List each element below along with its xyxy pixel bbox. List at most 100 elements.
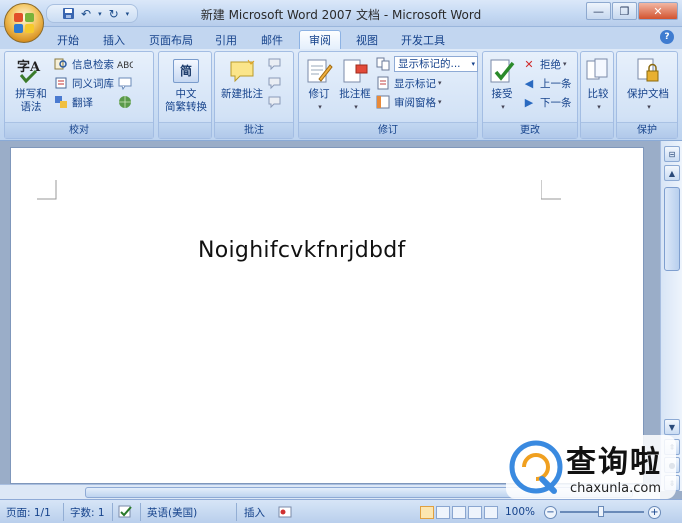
zoom-slider[interactable] <box>560 504 644 520</box>
reviewing-pane-label: 审阅窗格 <box>394 96 436 109</box>
previous-comment-button[interactable] <box>267 74 286 92</box>
view-buttons <box>420 504 498 520</box>
thesaurus-icon <box>53 75 69 91</box>
ruler-toggle-icon[interactable]: ⊟ <box>664 146 680 162</box>
chinese-conversion-group: 简 中文 简繁转换 <box>158 51 212 139</box>
next-comment-icon <box>267 94 283 110</box>
show-markup-button[interactable]: 显示标记 ▾ <box>375 74 442 92</box>
display-for-review-value: 显示标记的... <box>398 58 461 70</box>
word-count[interactable]: 字数: 1 <box>70 504 105 520</box>
compare-label: 比较 <box>587 88 609 100</box>
tab-review[interactable]: 审阅 <box>299 30 341 49</box>
draft-view-icon[interactable] <box>484 505 498 519</box>
previous-change-button[interactable]: ◀ 上一条 <box>521 74 572 92</box>
minimize-button[interactable]: — <box>586 2 611 20</box>
compare-button[interactable]: 比较 ▾ <box>582 56 614 114</box>
delete-comment-button[interactable] <box>267 55 286 73</box>
new-comment-button[interactable]: 新建批注 <box>217 56 267 101</box>
office-button[interactable] <box>4 3 44 43</box>
outline-view-icon[interactable] <box>468 505 482 519</box>
globe-icon <box>117 94 133 110</box>
translation-tip-icon <box>117 75 133 91</box>
full-screen-reading-icon[interactable] <box>436 505 450 519</box>
translate-button[interactable]: 翻译 <box>53 93 93 111</box>
print-layout-icon[interactable] <box>420 505 434 519</box>
word-count-button[interactable]: ABC <box>117 55 136 73</box>
insert-mode[interactable]: 插入 <box>244 504 265 520</box>
chinese-conversion-label: 中文 简繁转换 <box>165 88 207 113</box>
tab-mailings[interactable]: 邮件 <box>252 30 292 49</box>
changes-group: 接受 ▾ ✕ 拒绝 ▾ ◀ 上一条 ▶ 下一条 更改 <box>482 51 578 139</box>
proofing-status-icon[interactable] <box>118 504 134 520</box>
research-icon <box>53 56 69 72</box>
reviewing-pane-button[interactable]: 审阅窗格 ▾ <box>375 93 442 111</box>
display-for-review-field[interactable]: 显示标记的... ▾ <box>394 56 478 72</box>
title-bar: ↶ ▾ ↻ ▾ 新建 Microsoft Word 2007 文档 - Micr… <box>0 0 682 27</box>
tab-developer[interactable]: 开发工具 <box>394 30 452 49</box>
protect-document-label: 保护文档 <box>627 88 669 100</box>
page-count[interactable]: 页面: 1/1 <box>6 504 51 520</box>
zoom-in-icon[interactable]: + <box>648 504 661 520</box>
chinese-conversion-icon: 简 <box>171 56 201 86</box>
delete-comment-icon <box>267 56 283 72</box>
chinese-conversion-button[interactable]: 简 中文 简繁转换 <box>161 56 211 114</box>
help-icon[interactable]: ? <box>660 30 674 44</box>
balloons-label: 批注框 <box>339 88 371 100</box>
tab-view[interactable]: 视图 <box>347 30 387 49</box>
close-button[interactable]: ✕ <box>638 2 678 20</box>
accept-icon <box>487 56 517 86</box>
reject-button[interactable]: ✕ 拒绝 ▾ <box>521 55 566 73</box>
ribbon-tabs: 开始 插入 页面布局 引用 邮件 审阅 视图 开发工具 <box>0 27 682 49</box>
comments-group: 新建批注 批注 <box>214 51 294 139</box>
next-label: 下一条 <box>540 96 572 109</box>
track-changes-button[interactable]: 修订 ▾ <box>301 56 337 114</box>
next-change-button[interactable]: ▶ 下一条 <box>521 93 572 111</box>
reviewing-pane-icon <box>375 94 391 110</box>
zoom-level[interactable]: 100% <box>505 504 535 520</box>
office-logo-icon <box>14 13 34 33</box>
tab-references[interactable]: 引用 <box>206 30 246 49</box>
next-arrow-icon: ▶ <box>524 95 534 109</box>
previous-arrow-icon: ◀ <box>524 76 534 90</box>
track-changes-label: 修订 <box>308 88 330 100</box>
previous-comment-icon <box>267 75 283 91</box>
language-status[interactable]: 英语(美国) <box>147 504 197 520</box>
zoom-slider-thumb[interactable] <box>598 506 604 517</box>
svg-text:ABC: ABC <box>117 61 133 71</box>
display-for-review-select[interactable]: 显示标记的... ▾ <box>375 55 478 73</box>
research-button[interactable]: 信息检索 <box>53 55 114 73</box>
compare-group-label <box>581 122 613 138</box>
tab-page-layout[interactable]: 页面布局 <box>143 30 199 49</box>
translation-tip-button[interactable] <box>117 74 136 92</box>
watermark-title: 查询啦 <box>566 445 662 480</box>
scroll-up-button[interactable]: ▲ <box>664 165 680 181</box>
window-title: 新建 Microsoft Word 2007 文档 - Microsoft Wo… <box>200 8 482 22</box>
status-bar: 页面: 1/1 字数: 1 英语(美国) 插入 100% − + <box>0 499 682 523</box>
spelling-grammar-button[interactable]: 字A 拼写和 语法 <box>9 56 53 114</box>
next-comment-button[interactable] <box>267 93 286 111</box>
research-label: 信息检索 <box>72 58 114 71</box>
web-layout-icon[interactable] <box>452 505 466 519</box>
language-button[interactable] <box>117 93 136 111</box>
protect-group: 保护文档 ▾ 保护 <box>616 51 678 139</box>
vertical-scroll-thumb[interactable] <box>664 187 680 271</box>
document-text[interactable]: Noighifcvkfnrjdbdf <box>198 238 406 263</box>
margin-mark-top-right <box>541 180 561 200</box>
new-comment-icon <box>227 56 257 86</box>
accept-button[interactable]: 接受 ▾ <box>485 56 519 114</box>
proofing-group: 字A 拼写和 语法 信息检索 同义词库 翻译 ABC 校对 <box>4 51 154 139</box>
thesaurus-button[interactable]: 同义词库 <box>53 74 114 92</box>
watermark: 查询啦 chaxunla.com <box>506 433 676 501</box>
tab-insert[interactable]: 插入 <box>94 30 134 49</box>
zoom-out-icon[interactable]: − <box>544 504 557 520</box>
show-markup-icon <box>375 75 391 91</box>
tab-home[interactable]: 开始 <box>48 30 88 49</box>
watermark-url: chaxunla.com <box>570 481 661 496</box>
protect-document-button[interactable]: 保护文档 ▾ <box>619 56 677 114</box>
balloons-button[interactable]: 批注框 ▾ <box>337 56 373 114</box>
proofing-group-label: 校对 <box>5 122 153 138</box>
maximize-button[interactable]: ❐ <box>612 2 637 20</box>
accept-label: 接受 <box>491 88 513 100</box>
macro-record-icon[interactable] <box>278 504 292 520</box>
track-changes-icon <box>304 56 334 86</box>
